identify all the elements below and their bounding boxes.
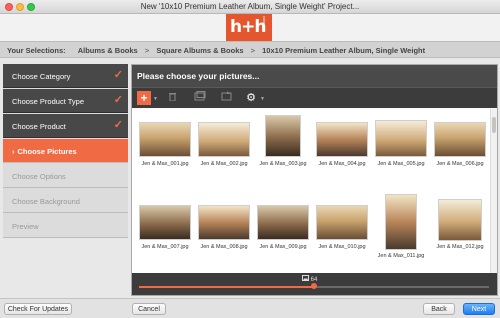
- step-label: Choose Pictures: [17, 147, 77, 156]
- photo-filename: Jen & Max_011.jpg: [377, 253, 425, 259]
- window-title: New '10x10 Premium Leather Album, Single…: [140, 2, 360, 11]
- logo-side-text: color lab: [262, 16, 267, 32]
- photo-thumbnail[interactable]: Jen & Max_006.jpg: [431, 109, 489, 179]
- photo-thumbnail[interactable]: Jen & Max_010.jpg: [313, 191, 371, 271]
- image-size-icon: [302, 275, 309, 281]
- photo-grid-scrollbar[interactable]: [490, 109, 497, 273]
- trash-icon[interactable]: [165, 91, 179, 105]
- step-label: Choose Background: [12, 197, 80, 206]
- photo-thumbnail[interactable]: Jen & Max_001.jpg: [136, 109, 194, 179]
- current-step-arrow-icon: ›: [12, 147, 15, 156]
- step-label: Choose Product Type: [12, 97, 84, 106]
- photo-thumbnail[interactable]: Jen & Max_005.jpg: [372, 109, 430, 179]
- photo-image: [198, 205, 250, 240]
- check-for-updates-button[interactable]: Check For Updates: [4, 303, 72, 315]
- photo-filename: Jen & Max_008.jpg: [200, 244, 248, 250]
- photo-image: [385, 194, 417, 250]
- title-bar: New '10x10 Premium Leather Album, Single…: [0, 0, 500, 14]
- step-choose-pictures[interactable]: › Choose Pictures: [3, 139, 128, 163]
- photo-filename: Jen & Max_012.jpg: [436, 244, 484, 250]
- next-button[interactable]: Next: [463, 303, 495, 315]
- photo-image: [257, 205, 309, 240]
- zoom-slider-fill: [139, 286, 314, 288]
- photo-image: [316, 205, 368, 240]
- step-label: Choose Category: [12, 72, 71, 81]
- step-label: Choose Product: [12, 122, 66, 131]
- photo-filename: Jen & Max_003.jpg: [259, 161, 307, 167]
- checkmark-icon: ✓: [113, 119, 123, 131]
- photos-icon[interactable]: [192, 91, 208, 105]
- wizard-footer: Check For Updates Cancel Back Next: [0, 298, 500, 318]
- photo-thumbnail[interactable]: Jen & Max_008.jpg: [195, 191, 253, 271]
- step-label: Choose Options: [12, 172, 66, 181]
- step-label: Preview: [12, 222, 39, 231]
- photo-thumbnail[interactable]: Jen & Max_004.jpg: [313, 109, 371, 179]
- thumbnail-zoom-bar: 64: [132, 273, 497, 295]
- photo-filename: Jen & Max_001.jpg: [141, 161, 189, 167]
- photo-image: [139, 205, 191, 240]
- wizard-steps-sidebar: Choose Category ✓ Choose Product Type ✓ …: [3, 64, 128, 238]
- photo-grid: Jen & Max_001.jpg Jen & Max_002.jpg Jen …: [132, 109, 490, 273]
- photo-thumbnail[interactable]: Jen & Max_012.jpg: [431, 191, 489, 271]
- step-choose-category[interactable]: Choose Category ✓: [3, 64, 128, 88]
- photo-image: [375, 120, 427, 157]
- gear-menu-chevron-down-icon[interactable]: ▼: [260, 96, 265, 102]
- photo-image: [316, 122, 368, 157]
- photos-export-icon[interactable]: [219, 91, 235, 105]
- brand-logo: h+h color lab: [226, 14, 272, 42]
- photo-image: [198, 122, 250, 157]
- photo-image: [139, 122, 191, 157]
- scrollbar-thumb[interactable]: [492, 117, 496, 133]
- add-menu-chevron-down-icon[interactable]: ▼: [153, 96, 158, 102]
- back-button[interactable]: Back: [423, 303, 455, 315]
- cancel-button[interactable]: Cancel: [132, 303, 166, 315]
- photo-filename: Jen & Max_005.jpg: [377, 161, 425, 167]
- breadcrumb: Your Selections: Albums & Books > Square…: [0, 41, 500, 58]
- picture-toolbar: + ▼ ⚙ ▼: [132, 87, 497, 108]
- photo-filename: Jen & Max_010.jpg: [318, 244, 366, 250]
- breadcrumb-separator: >: [250, 46, 256, 55]
- breadcrumb-separator: >: [144, 46, 150, 55]
- checkmark-icon: ✓: [113, 94, 123, 106]
- breadcrumb-item-product: 10x10 Premium Leather Album, Single Weig…: [262, 46, 426, 55]
- logo-text: h+h: [230, 17, 266, 37]
- step-choose-product-type[interactable]: Choose Product Type ✓: [3, 89, 128, 113]
- step-choose-options: Choose Options: [3, 164, 128, 188]
- checkmark-icon: ✓: [113, 69, 123, 81]
- gear-icon[interactable]: ⚙: [244, 91, 258, 105]
- picture-panel: Please choose your pictures... + ▼ ⚙ ▼ J…: [131, 64, 498, 296]
- photo-filename: Jen & Max_006.jpg: [436, 161, 484, 167]
- step-choose-product[interactable]: Choose Product ✓: [3, 114, 128, 138]
- step-choose-background: Choose Background: [3, 189, 128, 213]
- photo-image: [434, 122, 486, 157]
- photo-filename: Jen & Max_007.jpg: [141, 244, 189, 250]
- breadcrumb-label: Your Selections:: [7, 46, 66, 55]
- photo-thumbnail[interactable]: Jen & Max_009.jpg: [254, 191, 312, 271]
- panel-heading: Please choose your pictures...: [132, 65, 497, 87]
- photo-thumbnail[interactable]: Jen & Max_011.jpg: [372, 191, 430, 271]
- zoom-slider-knob[interactable]: [311, 283, 317, 289]
- zoom-indicator: 64: [302, 275, 317, 283]
- photo-thumbnail[interactable]: Jen & Max_007.jpg: [136, 191, 194, 271]
- breadcrumb-item-square-albums[interactable]: Square Albums & Books: [156, 46, 243, 55]
- photo-thumbnail[interactable]: Jen & Max_002.jpg: [195, 109, 253, 179]
- add-icon[interactable]: +: [137, 91, 151, 105]
- breadcrumb-item-albums[interactable]: Albums & Books: [78, 46, 138, 55]
- photo-image: [265, 115, 301, 157]
- photo-thumbnail[interactable]: Jen & Max_003.jpg: [254, 109, 312, 179]
- step-preview: Preview: [3, 214, 128, 238]
- photo-filename: Jen & Max_004.jpg: [318, 161, 366, 167]
- photo-filename: Jen & Max_009.jpg: [259, 244, 307, 250]
- photo-image: [438, 199, 482, 241]
- photo-filename: Jen & Max_002.jpg: [200, 161, 248, 167]
